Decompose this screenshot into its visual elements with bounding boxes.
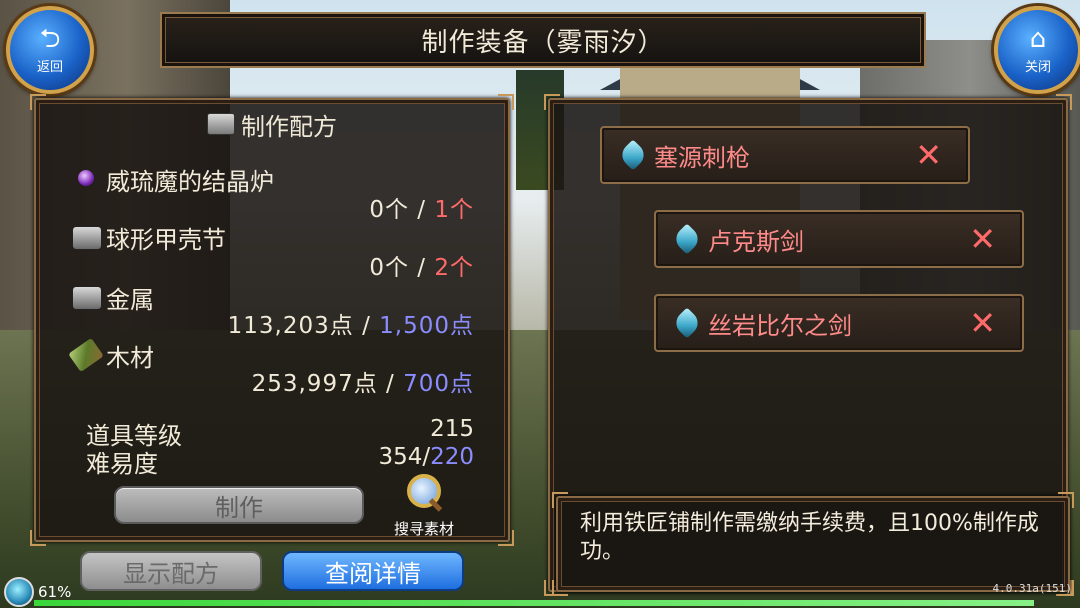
difficulty-label: 难易度 (86, 450, 158, 478)
page-title: 制作装备（雾雨汐） (421, 27, 665, 58)
material-name: 球形甲壳节 (106, 226, 226, 254)
crystal-orb-icon (78, 170, 94, 186)
wood-icon (68, 337, 104, 373)
title-bar: 制作装备（雾雨汐） (160, 12, 926, 68)
material-name: 木材 (106, 344, 154, 372)
material-count: 0个 / 2个 (369, 255, 474, 281)
item-level-value: 215 (430, 416, 474, 442)
remove-icon[interactable]: ✕ (969, 220, 996, 258)
remove-icon[interactable]: ✕ (969, 304, 996, 342)
material-name: 威琉魔的结晶炉 (106, 168, 274, 196)
home-icon: ⌂ (1029, 23, 1047, 54)
material-count: 253,997点 / 700点 (251, 371, 474, 397)
material-count: 113,203点 / 1,500点 (227, 313, 474, 339)
remove-icon[interactable]: ✕ (915, 136, 942, 174)
back-button[interactable]: ⮌ 返回 (6, 6, 94, 94)
info-text: 利用铁匠铺制作需缴纳手续费，且100%制作成功。 (580, 511, 1039, 564)
equipment-item[interactable]: 卢克斯剑 ✕ (654, 210, 1024, 268)
info-panel: 利用铁匠铺制作需缴纳手续费，且100%制作成功。 (552, 492, 1074, 596)
sword-icon (671, 307, 703, 339)
material-name: 金属 (106, 286, 154, 314)
battery-icon (4, 577, 34, 607)
equipment-item[interactable]: 塞源刺枪 ✕ (600, 126, 970, 184)
search-materials-button[interactable]: 搜寻素材 (384, 474, 464, 538)
progress-bar (34, 600, 1034, 606)
close-button[interactable]: ⌂ 关闭 (994, 6, 1080, 94)
recipe-book-icon (207, 113, 235, 135)
magnifier-icon (407, 474, 441, 508)
version-label: 4.0.31a(151) (992, 582, 1072, 595)
show-recipe-button[interactable]: 显示配方 (80, 551, 262, 591)
shell-icon (72, 226, 102, 250)
sword-icon (617, 139, 649, 171)
equipment-item[interactable]: 丝岩比尔之剑 ✕ (654, 294, 1024, 352)
recipe-header: 制作配方 (36, 104, 508, 144)
material-count: 0个 / 1个 (369, 197, 474, 223)
view-details-button[interactable]: 查阅详情 (282, 551, 464, 591)
return-arrow-icon: ⮌ (39, 23, 61, 54)
recipe-panel: 制作配方 威琉魔的结晶炉 0个 / 1个 球形甲壳节 0个 / 2个 金属 11… (30, 94, 514, 546)
sword-icon (671, 223, 703, 255)
craft-button[interactable]: 制作 (114, 486, 364, 524)
metal-icon (72, 286, 102, 310)
difficulty-value: 354/220 (378, 444, 474, 470)
